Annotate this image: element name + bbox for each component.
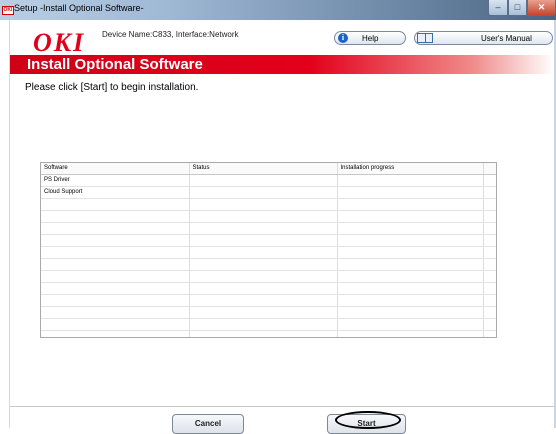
table-cell — [189, 270, 338, 283]
table-cell — [483, 234, 496, 247]
table-cell — [483, 258, 496, 271]
table-row[interactable] — [41, 330, 496, 337]
table-cell — [337, 330, 484, 337]
table-cell: PS Driver — [41, 174, 190, 187]
window-title: Setup -Install Optional Software- — [14, 3, 144, 13]
table-row[interactable] — [41, 246, 496, 259]
table-cell — [483, 282, 496, 295]
table-cell — [189, 222, 338, 235]
software-table: Software Status Installation progress PS… — [40, 162, 497, 338]
table-cell — [337, 318, 484, 331]
table-cell — [483, 270, 496, 283]
window-titlebar: OKI Setup -Install Optional Software- – … — [0, 0, 556, 20]
table-cell — [483, 330, 496, 337]
users-manual-label: User's Manual — [481, 34, 532, 43]
table-cell — [337, 270, 484, 283]
maximize-button[interactable]: □ — [508, 0, 527, 16]
table-cell — [189, 210, 338, 223]
table-cell — [483, 294, 496, 307]
close-button[interactable]: ✕ — [527, 0, 556, 16]
table-cell — [483, 306, 496, 319]
instruction-text: Please click [Start] to begin installati… — [25, 82, 199, 93]
table-cell — [189, 234, 338, 247]
cancel-button[interactable]: Cancel — [172, 414, 244, 434]
table-row[interactable] — [41, 294, 496, 307]
table-cell — [189, 198, 338, 211]
table-cell — [189, 282, 338, 295]
table-row[interactable] — [41, 318, 496, 331]
table-cell — [41, 282, 190, 295]
manual-book-icon — [417, 33, 433, 43]
table-row[interactable]: PS Driver — [41, 174, 496, 187]
help-label: Help — [362, 34, 379, 43]
table-row[interactable] — [41, 222, 496, 235]
minimize-button[interactable]: – — [488, 0, 508, 16]
users-manual-button[interactable]: User's Manual — [414, 31, 553, 45]
table-cell — [41, 294, 190, 307]
table-cell — [41, 306, 190, 319]
table-cell — [41, 318, 190, 331]
oki-logo: OKI — [33, 28, 86, 57]
start-highlight-circle — [335, 411, 401, 429]
table-cell — [483, 174, 496, 187]
table-cell — [189, 294, 338, 307]
table-row[interactable] — [41, 282, 496, 295]
help-button[interactable]: i Help — [334, 31, 406, 45]
table-cell — [337, 282, 484, 295]
column-header-status[interactable]: Status — [189, 163, 338, 175]
table-cell — [483, 198, 496, 211]
table-cell — [189, 174, 338, 187]
column-header-software[interactable]: Software — [41, 163, 190, 175]
table-cell — [337, 174, 484, 187]
device-info: Device Name:C833, Interface:Network — [102, 30, 239, 39]
table-header-row: Software Status Installation progress — [41, 163, 496, 175]
table-cell — [483, 222, 496, 235]
table-row[interactable] — [41, 270, 496, 283]
table-row[interactable] — [41, 306, 496, 319]
table-cell — [189, 246, 338, 259]
table-cell — [337, 258, 484, 271]
table-cell — [337, 198, 484, 211]
table-cell — [483, 186, 496, 199]
table-row[interactable] — [41, 210, 496, 223]
table-cell — [337, 234, 484, 247]
table-cell — [483, 246, 496, 259]
table-cell — [483, 318, 496, 331]
table-cell — [41, 234, 190, 247]
table-cell: Cloud Support — [41, 186, 190, 199]
table-cell — [41, 270, 190, 283]
table-cell — [41, 330, 190, 337]
oki-app-icon: OKI — [2, 6, 14, 15]
table-row[interactable] — [41, 198, 496, 211]
table-row[interactable] — [41, 234, 496, 247]
table-cell — [483, 210, 496, 223]
table-cell — [337, 222, 484, 235]
page-title: Install Optional Software — [27, 56, 203, 73]
window-left-border — [0, 20, 10, 428]
table-cell — [337, 246, 484, 259]
table-cell — [189, 306, 338, 319]
table-cell — [41, 258, 190, 271]
table-row[interactable] — [41, 258, 496, 271]
table-cell — [337, 186, 484, 199]
column-header-progress[interactable]: Installation progress — [337, 163, 484, 175]
table-cell — [337, 294, 484, 307]
table-cell — [337, 210, 484, 223]
table-cell — [189, 186, 338, 199]
info-icon: i — [338, 33, 348, 43]
footer-divider — [10, 406, 554, 407]
page-title-banner: Install Optional Software — [10, 55, 554, 74]
table-cell — [189, 318, 338, 331]
table-cell — [189, 258, 338, 271]
table-cell — [41, 198, 190, 211]
table-row[interactable]: Cloud Support — [41, 186, 496, 199]
table-cell — [337, 306, 484, 319]
table-cell — [41, 222, 190, 235]
column-header-extra — [483, 163, 496, 175]
table-cell — [189, 330, 338, 337]
table-cell — [41, 210, 190, 223]
table-cell — [41, 246, 190, 259]
